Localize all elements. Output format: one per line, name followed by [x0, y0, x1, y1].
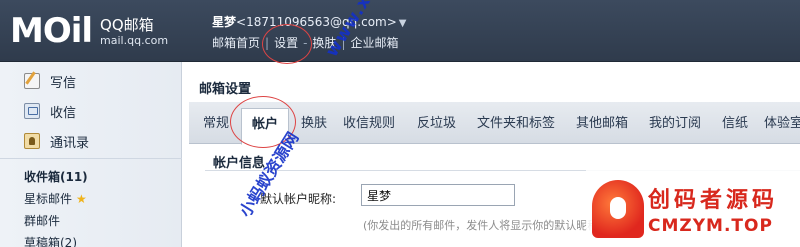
- tab-subscriptions[interactable]: 我的订阅: [649, 112, 701, 136]
- tab-other-mailbox[interactable]: 其他邮箱: [576, 112, 628, 136]
- brand-logo-icon: [592, 180, 644, 238]
- folder-starred[interactable]: 星标邮件 ★: [24, 190, 87, 207]
- logo-mark: MOil: [10, 11, 93, 51]
- logo-domain: mail.qq.com: [100, 33, 169, 47]
- tab-rules[interactable]: 收信规则: [343, 112, 395, 136]
- folder-inbox[interactable]: 收件箱(11): [24, 168, 88, 185]
- star-icon: ★: [76, 192, 87, 206]
- top-header: MOil QQ邮箱 mail.qq.com 星梦<18711096563@qq.…: [0, 0, 800, 62]
- contacts-icon: [24, 133, 40, 149]
- folder-starred-label: 星标邮件: [24, 192, 73, 206]
- compose-label: 写信: [50, 75, 77, 91]
- user-name: 星梦: [212, 15, 237, 29]
- folder-drafts[interactable]: 草稿箱(2): [24, 234, 77, 247]
- nav-enterprise-link[interactable]: 企业邮箱: [350, 36, 398, 50]
- brand-watermark: 创码者源码 CMZYM.TOP: [586, 170, 800, 247]
- nickname-hint: (你发出的所有邮件，发件人将显示你的默认昵称): [363, 219, 603, 232]
- contacts-button[interactable]: 通讯录: [24, 130, 89, 152]
- nickname-input[interactable]: [361, 184, 515, 206]
- inbox-icon: [24, 103, 40, 119]
- annotation-circle-settings: [262, 24, 312, 64]
- chevron-down-icon[interactable]: ▼: [399, 18, 407, 29]
- user-account-menu[interactable]: 星梦<18711096563@qq.com> ▼: [212, 13, 407, 30]
- tab-folders-labels[interactable]: 文件夹和标签: [477, 112, 555, 136]
- pencil-icon: [24, 73, 40, 89]
- sidebar: 写信 收信 通讯录 收件箱(11) 星标邮件 ★ 群邮件 草稿箱(2): [0, 62, 182, 247]
- receive-label: 收信: [50, 105, 77, 121]
- logo-text: QQ邮箱 mail.qq.com: [100, 16, 168, 47]
- page-title: 邮箱设置: [199, 82, 252, 97]
- user-email: <18711096563@qq.com>: [236, 15, 397, 29]
- nav-home-link[interactable]: 邮箱首页: [212, 36, 260, 50]
- tab-antispam[interactable]: 反垃圾: [417, 112, 456, 136]
- nickname-label: 默认帐户昵称:: [260, 192, 337, 206]
- tab-labs[interactable]: 体验室: [764, 112, 800, 136]
- compose-button[interactable]: 写信: [24, 70, 76, 92]
- tab-stationery[interactable]: 信纸: [722, 112, 748, 136]
- logo-title: QQ邮箱: [100, 15, 154, 34]
- brand-name-cn: 创码者源码: [648, 188, 779, 213]
- receive-button[interactable]: 收信: [24, 100, 76, 122]
- folder-group-mail[interactable]: 群邮件: [24, 212, 60, 229]
- tab-skin[interactable]: 换肤: [301, 112, 327, 136]
- contacts-label: 通讯录: [50, 135, 90, 151]
- tab-general[interactable]: 常规: [203, 112, 229, 136]
- qq-mail-logo[interactable]: MOil QQ邮箱 mail.qq.com: [10, 10, 168, 52]
- brand-name-en: CMZYM.TOP: [648, 216, 773, 236]
- sidebar-divider: [0, 158, 182, 159]
